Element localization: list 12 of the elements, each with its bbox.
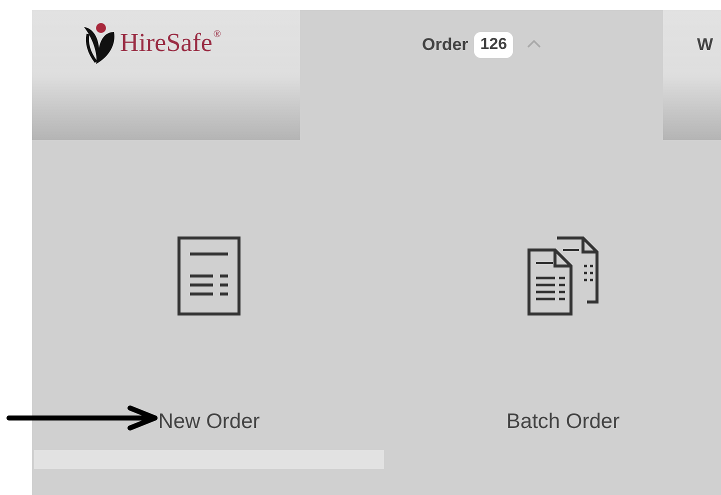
document-icon[interactable] [177,236,241,316]
logo[interactable]: HireSafe® [32,10,300,140]
nav-tab[interactable]: W [663,10,721,140]
tab-label: W [697,34,714,56]
logo-text: HireSafe [120,30,212,56]
count-badge: 126 [474,32,513,58]
menu-item-link[interactable]: New Order [158,408,260,436]
documents-icon[interactable] [527,236,599,316]
registered-mark: ® [213,30,222,40]
menu-item-link[interactable]: Batch Order [506,408,620,436]
logo-icon [82,22,116,66]
tab-label: Order [422,34,468,56]
